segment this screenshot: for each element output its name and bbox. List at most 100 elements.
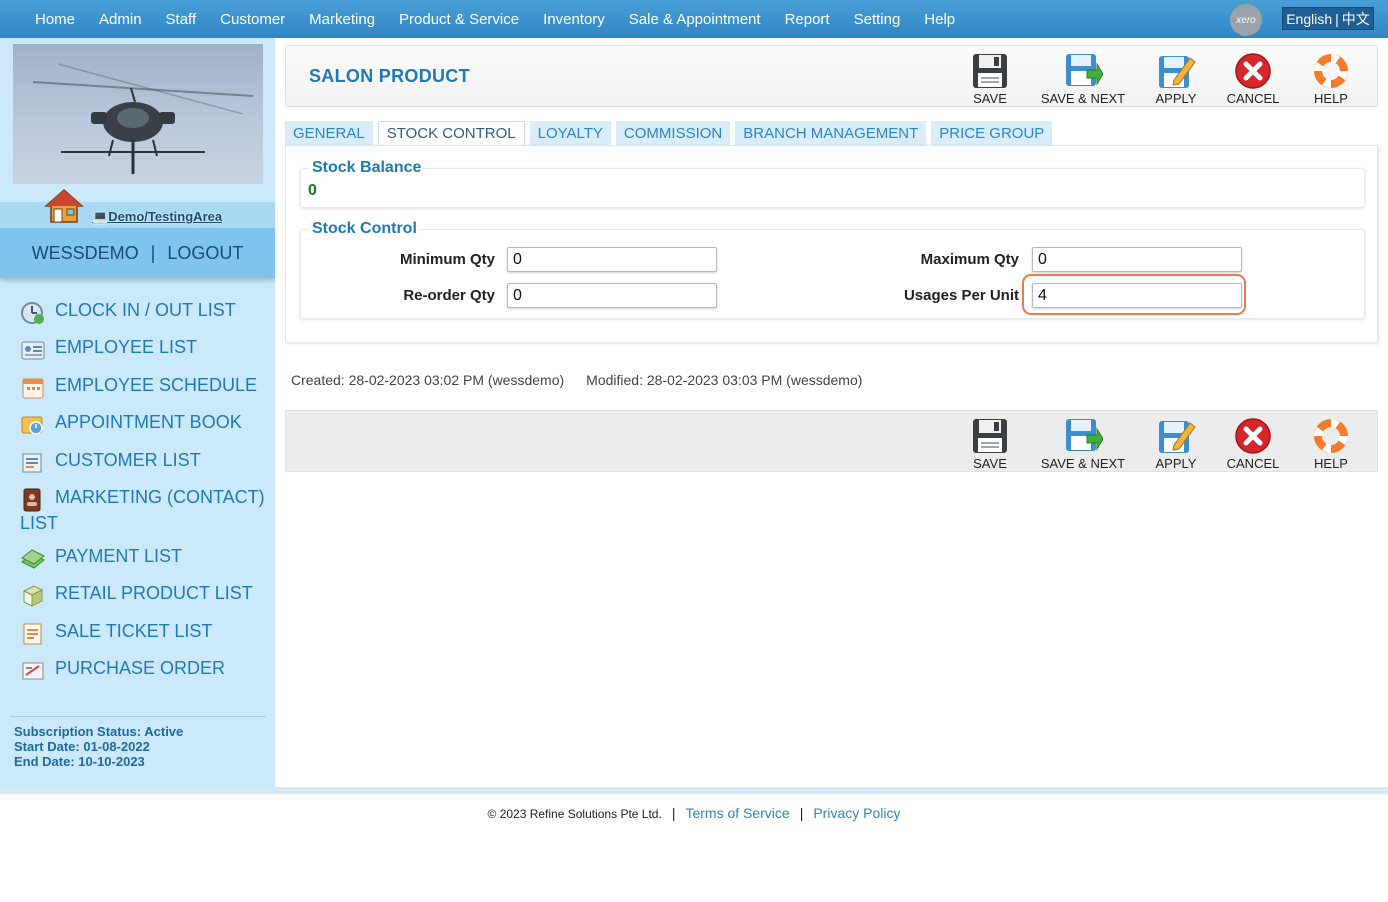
- sidebar-item-label: SALE TICKET LIST: [55, 621, 213, 641]
- cancel-button[interactable]: CANCEL: [1208, 52, 1298, 108]
- reorder-qty-input[interactable]: [507, 283, 717, 308]
- minimum-qty-input[interactable]: [507, 247, 717, 272]
- maximum-qty-label: Maximum Qty: [920, 251, 1019, 268]
- sidebar-item-label: PAYMENT LIST: [55, 546, 183, 566]
- lang-english[interactable]: English: [1286, 11, 1332, 27]
- user-row: WESSDEMO | LOGOUT: [0, 228, 275, 278]
- copyright-text: © 2023 Refine Solutions Pte Ltd.: [487, 807, 662, 821]
- tab-stock-control[interactable]: STOCK CONTROL: [377, 121, 525, 145]
- logout-link[interactable]: LOGOUT: [167, 243, 243, 264]
- help-lifebuoy-icon: [1314, 419, 1348, 453]
- username-link[interactable]: WESSDEMO: [32, 243, 139, 264]
- apply-disk-pencil-icon: [1159, 56, 1196, 88]
- money-icon: [21, 549, 45, 569]
- language-switcher: English | 中文: [1282, 7, 1374, 30]
- stock-balance-legend: Stock Balance: [310, 159, 424, 177]
- sidebar-item-label: CUSTOMER LIST: [55, 450, 201, 470]
- save-next-label: SAVE & NEXT: [1040, 91, 1126, 106]
- help-lifebuoy-icon: [1314, 54, 1348, 88]
- sidebar-item-label: EMPLOYEE LIST: [55, 337, 198, 357]
- lang-chinese[interactable]: 中文: [1342, 9, 1370, 29]
- sidebar-item-marketing-contact-list[interactable]: MARKETING (CONTACT) LIST: [20, 487, 265, 534]
- cancel-button-bottom[interactable]: CANCEL: [1208, 417, 1298, 473]
- sidebar-item-label-line2: LIST: [20, 513, 59, 533]
- sidebar-item-employee-schedule[interactable]: EMPLOYEE SCHEDULE: [20, 375, 257, 401]
- footer-divider: [0, 787, 1388, 794]
- help-button-bottom[interactable]: HELP: [1286, 417, 1376, 473]
- sidebar-item-label: MARKETING (CONTACT): [55, 487, 265, 507]
- save-button-bottom[interactable]: SAVE: [945, 417, 1035, 473]
- save-label: SAVE: [973, 456, 1007, 471]
- footer-separator: |: [671, 805, 676, 821]
- sidebar-divider: [10, 716, 266, 717]
- help-button[interactable]: HELP: [1286, 52, 1376, 108]
- nav-report[interactable]: Report: [773, 11, 842, 28]
- sale-ticket-icon: [23, 623, 42, 645]
- sidebar-item-label: PURCHASE ORDER: [55, 658, 226, 678]
- tab-loyalty[interactable]: LOYALTY: [529, 121, 611, 145]
- subscription-end-date: End Date: 10-10-2023: [14, 754, 145, 769]
- cancel-label: CANCEL: [1226, 456, 1280, 471]
- nav-customer[interactable]: Customer: [208, 11, 297, 28]
- header-toolbar: SALON PRODUCT SAVE SAVE & NEXT APPLY CAN…: [285, 45, 1378, 107]
- apply-disk-pencil-icon: [1159, 421, 1196, 453]
- tab-branch-management[interactable]: BRANCH MANAGEMENT: [735, 121, 927, 145]
- maximum-qty-input[interactable]: [1032, 247, 1242, 272]
- customer-list-icon: [22, 453, 42, 473]
- sidebar-item-payment-list[interactable]: PAYMENT LIST: [20, 546, 182, 572]
- nav-setting[interactable]: Setting: [842, 11, 913, 28]
- product-box-icon: [22, 585, 44, 607]
- stock-balance-value: 0: [308, 182, 317, 199]
- sidebar-item-employee-list[interactable]: EMPLOYEE LIST: [20, 337, 197, 363]
- cancel-x-icon: [1235, 418, 1271, 454]
- terms-of-service-link[interactable]: Terms of Service: [685, 805, 789, 821]
- calendar-icon: [22, 378, 44, 399]
- appointment-book-icon: [21, 416, 43, 435]
- save-next-button[interactable]: SAVE & NEXT: [1038, 52, 1128, 108]
- nav-inventory[interactable]: Inventory: [531, 11, 617, 28]
- tab-price-group[interactable]: PRICE GROUP: [931, 121, 1053, 145]
- privacy-policy-link[interactable]: Privacy Policy: [813, 805, 900, 821]
- sidebar-item-purchase-order[interactable]: PURCHASE ORDER: [20, 658, 225, 684]
- usages-per-unit-label: Usages Per Unit: [903, 287, 1019, 304]
- save-next-button-bottom[interactable]: SAVE & NEXT: [1038, 417, 1128, 473]
- area-label[interactable]: 💻Demo/TestingArea: [92, 209, 222, 225]
- nav-admin[interactable]: Admin: [87, 11, 154, 28]
- sidebar-item-label: EMPLOYEE SCHEDULE: [55, 375, 258, 395]
- created-info: Created: 28-02-2023 03:02 PM (wessdemo): [291, 372, 565, 388]
- tab-commission[interactable]: COMMISSION: [615, 121, 731, 145]
- apply-label: APPLY: [1155, 456, 1197, 471]
- modified-info: Modified: 28-02-2023 03:03 PM (wessdemo): [586, 372, 863, 388]
- sidebar-item-retail-product-list[interactable]: RETAIL PRODUCT LIST: [20, 583, 253, 609]
- sidebar: 💻Demo/TestingArea WESSDEMO | LOGOUT CLOC…: [0, 38, 275, 794]
- home-icon[interactable]: [44, 188, 84, 224]
- area-name: Demo/TestingArea: [108, 209, 223, 224]
- banner-helicopter-image: [13, 44, 263, 184]
- tab-general[interactable]: GENERAL: [285, 121, 373, 145]
- nav-product-service[interactable]: Product & Service: [387, 11, 531, 28]
- record-meta: Created: 28-02-2023 03:02 PM (wessdemo) M…: [291, 372, 862, 388]
- nav-help[interactable]: Help: [912, 11, 967, 28]
- bottom-toolbar: SAVE SAVE & NEXT APPLY CANCEL HELP: [285, 410, 1378, 472]
- nav-sale-appointment[interactable]: Sale & Appointment: [617, 11, 773, 28]
- nav-marketing[interactable]: Marketing: [297, 11, 387, 28]
- sidebar-item-clock-in-out[interactable]: CLOCK IN / OUT LIST: [20, 300, 236, 326]
- sidebar-item-appointment-book[interactable]: APPOINTMENT BOOK: [20, 412, 242, 438]
- nav-home[interactable]: Home: [23, 11, 87, 28]
- save-label: SAVE: [973, 91, 1007, 106]
- main-menu: Home Admin Staff Customer Marketing Prod…: [23, 0, 967, 38]
- purchase-order-icon: [22, 662, 44, 680]
- usages-per-unit-input[interactable]: [1032, 283, 1242, 308]
- lang-separator: |: [1335, 10, 1339, 27]
- xero-icon[interactable]: xero: [1230, 4, 1262, 36]
- save-button[interactable]: SAVE: [945, 52, 1035, 108]
- tab-bar: GENERAL STOCK CONTROL LOYALTY COMMISSION…: [285, 121, 1057, 145]
- employee-card-icon: [21, 341, 45, 360]
- sidebar-item-sale-ticket-list[interactable]: SALE TICKET LIST: [20, 621, 212, 647]
- apply-label: APPLY: [1155, 91, 1197, 106]
- top-nav-bar: Home Admin Staff Customer Marketing Prod…: [0, 0, 1388, 38]
- stock-balance-fieldset: Stock Balance: [300, 159, 1365, 208]
- nav-staff[interactable]: Staff: [154, 11, 209, 28]
- sidebar-item-customer-list[interactable]: CUSTOMER LIST: [20, 450, 201, 476]
- reorder-qty-label: Re-order Qty: [403, 287, 495, 304]
